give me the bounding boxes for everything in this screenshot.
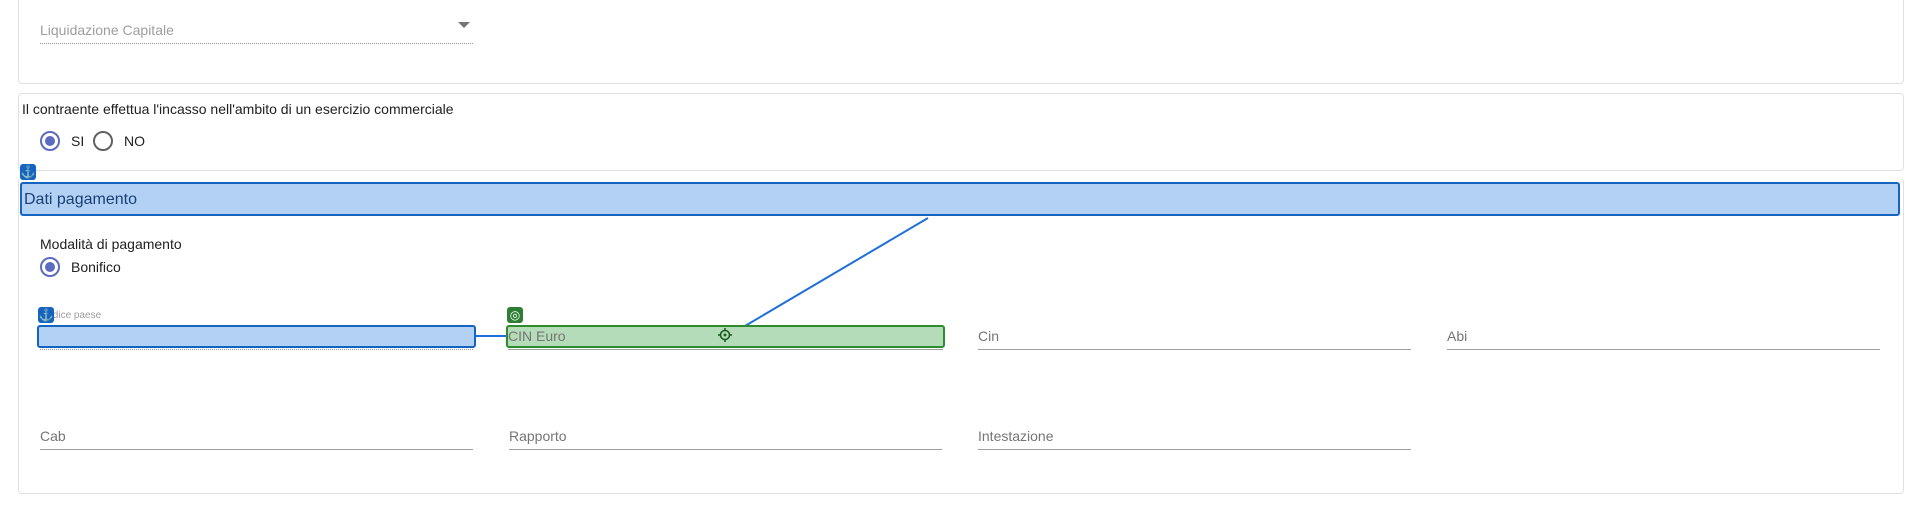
rapporto-underline xyxy=(509,449,942,450)
crosshair-icon xyxy=(718,328,732,342)
intestazione-underline xyxy=(978,449,1411,450)
radio-bonifico-label: Bonifico xyxy=(71,259,121,275)
abi-placeholder: Abi xyxy=(1447,328,1468,344)
cab-placeholder: Cab xyxy=(40,428,66,444)
cin-euro-field[interactable]: CIN Euro xyxy=(508,310,943,350)
cin-placeholder: Cin xyxy=(978,328,1000,344)
cin-euro-placeholder: CIN Euro xyxy=(508,328,566,344)
section-title: Dati pagamento xyxy=(24,191,137,208)
radio-bonifico[interactable] xyxy=(40,257,60,277)
rapporto-field[interactable]: Rapporto xyxy=(509,410,942,450)
cin-underline xyxy=(978,349,1411,350)
anchor-icon: ⚓ xyxy=(20,164,36,180)
section-header-dati-pagamento[interactable]: Dati pagamento xyxy=(20,182,1900,216)
intestazione-field[interactable]: Intestazione xyxy=(978,410,1411,450)
cab-underline xyxy=(40,449,473,450)
abi-underline xyxy=(1447,349,1880,350)
rapporto-placeholder: Rapporto xyxy=(509,428,567,444)
country-code-underline xyxy=(40,349,473,350)
country-code-highlight xyxy=(37,325,476,348)
intestazione-placeholder: Intestazione xyxy=(978,428,1054,444)
anchor-icon: ⚓ xyxy=(38,307,54,323)
cin-euro-underline xyxy=(508,349,943,350)
cin-field[interactable]: Cin xyxy=(978,310,1411,350)
cab-field[interactable]: Cab xyxy=(40,410,473,450)
payment-method-label: Modalità di pagamento xyxy=(40,236,182,252)
abi-field[interactable]: Abi xyxy=(1447,310,1880,350)
